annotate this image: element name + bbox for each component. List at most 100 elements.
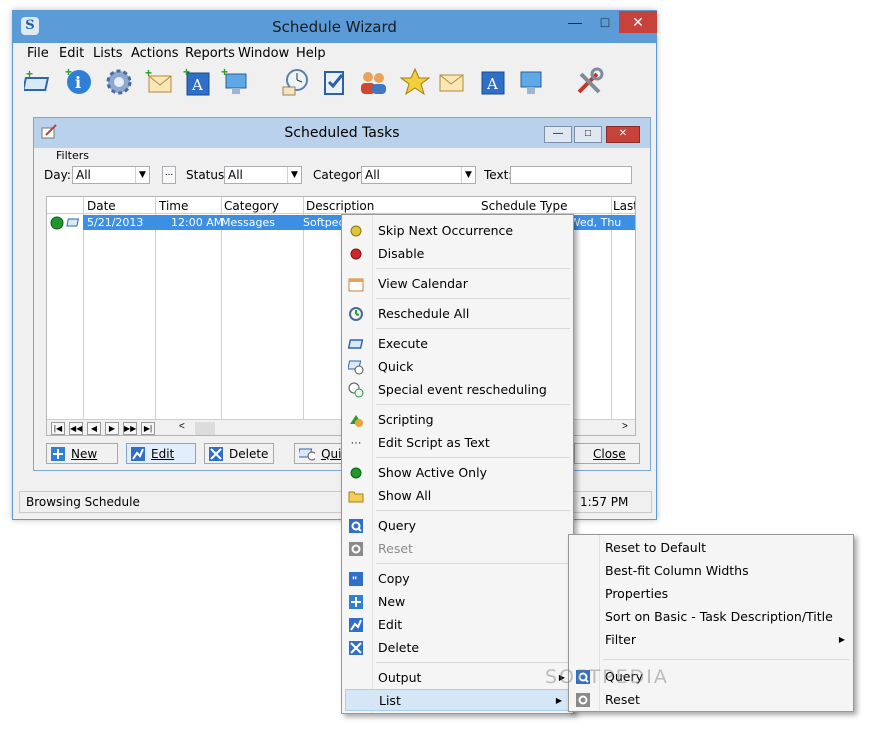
menu-item-copy[interactable]: " Copy [342, 568, 573, 590]
chevron-down-icon: ▼ [461, 167, 475, 183]
menu-item-quick[interactable]: Quick [342, 356, 573, 378]
last-record-button[interactable]: ▶| [141, 422, 155, 435]
column-date[interactable]: Date [87, 199, 116, 213]
menu-help[interactable]: Help [296, 46, 326, 61]
svg-text:A: A [191, 76, 203, 94]
category-select[interactable]: All ▼ [361, 166, 476, 184]
submenu-item-best-fit-column-widths[interactable]: Best-fit Column Widths [569, 560, 853, 582]
menu-item-delete[interactable]: Delete [342, 637, 573, 659]
gear-icon[interactable] [103, 66, 135, 98]
day-browse-button[interactable]: ... [162, 166, 176, 184]
maximize-button[interactable]: □ [591, 11, 619, 33]
calendar-icon [348, 276, 364, 292]
menu-item-new[interactable]: New [342, 591, 573, 613]
prev-record-button[interactable]: ◀ [87, 422, 101, 435]
submenu-item-sort[interactable]: Sort on Basic - Task Description/Title [569, 606, 853, 628]
mail-add-icon[interactable]: + [143, 66, 175, 98]
query-icon [348, 518, 364, 534]
minimize-button[interactable]: — [561, 11, 589, 33]
column-category[interactable]: Category [224, 199, 279, 213]
context-menu: Skip Next Occurrence Disable View Calend… [341, 214, 574, 714]
font-add-icon[interactable]: A + [181, 66, 213, 98]
reset-icon [575, 692, 591, 708]
status-select[interactable]: All ▼ [224, 166, 302, 184]
delete-icon [348, 640, 364, 656]
monitor-add-icon[interactable]: + [219, 66, 251, 98]
svg-text:+: + [183, 67, 190, 79]
day-select[interactable]: All ▼ [72, 166, 150, 184]
menu-item-reschedule-all[interactable]: Reschedule All [342, 303, 573, 325]
column-last[interactable]: Last [613, 199, 635, 213]
submenu-item-filter[interactable]: Filter ▶ [569, 629, 853, 651]
menu-window[interactable]: Window [238, 46, 289, 61]
row-status-icon [50, 216, 79, 230]
edit-button[interactable]: Edit [126, 443, 196, 464]
submenu-item-reset[interactable]: Reset [569, 689, 853, 711]
next-page-button[interactable]: ▶▶ [123, 422, 137, 435]
menu-item-view-calendar[interactable]: View Calendar [342, 273, 573, 295]
execute-icon [348, 336, 364, 352]
close-dialog-button[interactable]: Close [574, 443, 640, 464]
clock-icon[interactable] [279, 66, 311, 98]
font-icon[interactable]: A [477, 66, 509, 98]
tools-icon[interactable] [573, 66, 605, 98]
execute-icon[interactable]: + [23, 66, 55, 98]
monitor-icon[interactable] [515, 66, 547, 98]
new-button[interactable]: New [46, 443, 118, 464]
svg-text:+: + [65, 67, 72, 79]
copy-icon: " [348, 571, 364, 587]
child-title-bar[interactable]: Scheduled Tasks — □ ✕ [34, 118, 650, 148]
title-bar[interactable]: S Schedule Wizard — □ ✕ [13, 11, 657, 43]
day-label: Day: [44, 168, 71, 182]
check-pen-icon[interactable] [319, 66, 351, 98]
menu-item-show-active-only[interactable]: Show Active Only [342, 462, 573, 484]
column-schedule-type[interactable]: Schedule Type [481, 199, 568, 213]
submenu-item-reset-to-default[interactable]: Reset to Default [569, 537, 853, 559]
status-text: Browsing Schedule [26, 495, 140, 509]
column-description[interactable]: Description [306, 199, 374, 213]
menu-item-list[interactable]: List ▶ [345, 689, 571, 711]
horizontal-scrollbar[interactable] [195, 422, 215, 435]
menu-item-show-all[interactable]: Show All [342, 485, 573, 507]
child-close-button[interactable]: ✕ [606, 126, 640, 143]
delete-button[interactable]: Delete [204, 443, 274, 464]
child-minimize-button[interactable]: — [544, 126, 572, 143]
menu-edit[interactable]: Edit [59, 46, 84, 61]
chevron-down-icon: ▼ [135, 167, 149, 183]
menu-item-edit-script-as-text[interactable]: ··· Edit Script as Text [342, 432, 573, 454]
first-record-button[interactable]: |◀ [51, 422, 65, 435]
star-icon[interactable] [399, 66, 431, 98]
menu-reports[interactable]: Reports [185, 46, 235, 61]
users-icon[interactable] [357, 66, 389, 98]
reset-icon [348, 541, 364, 557]
column-time[interactable]: Time [159, 199, 188, 213]
menu-item-execute[interactable]: Execute [342, 333, 573, 355]
menu-item-skip-next-occurrence[interactable]: Skip Next Occurrence [342, 220, 573, 242]
quick-icon [348, 359, 364, 375]
red-dot-icon [348, 246, 364, 262]
plus-icon [51, 446, 65, 461]
scroll-right-icon[interactable]: > [622, 421, 628, 432]
menu-item-special-event-rescheduling[interactable]: Special event rescheduling [342, 379, 573, 401]
menu-lists[interactable]: Lists [93, 46, 123, 61]
next-record-button[interactable]: ▶ [105, 422, 119, 435]
menu-item-disable[interactable]: Disable [342, 243, 573, 265]
prev-page-button[interactable]: ◀◀ [69, 422, 83, 435]
scripting-icon [348, 412, 364, 428]
menu-file[interactable]: File [27, 46, 49, 61]
yellow-dot-icon [348, 223, 364, 239]
text-filter-input[interactable] [510, 166, 632, 184]
menu-item-scripting[interactable]: Scripting [342, 409, 573, 431]
menu-item-edit[interactable]: Edit [342, 614, 573, 636]
submenu-item-properties[interactable]: Properties [569, 583, 853, 605]
watermark: SOFTPEDIA [545, 666, 669, 688]
chevron-right-icon: ▶ [555, 696, 562, 705]
info-icon[interactable]: i + [63, 66, 95, 98]
close-button[interactable]: ✕ [619, 11, 657, 33]
scroll-left-icon[interactable]: < [179, 421, 185, 432]
child-restore-button[interactable]: □ [574, 126, 602, 143]
menu-item-output[interactable]: Output ▶ [342, 667, 573, 689]
mail-icon[interactable] [435, 66, 467, 98]
menu-actions[interactable]: Actions [131, 46, 179, 61]
menu-item-query[interactable]: Query [342, 515, 573, 537]
